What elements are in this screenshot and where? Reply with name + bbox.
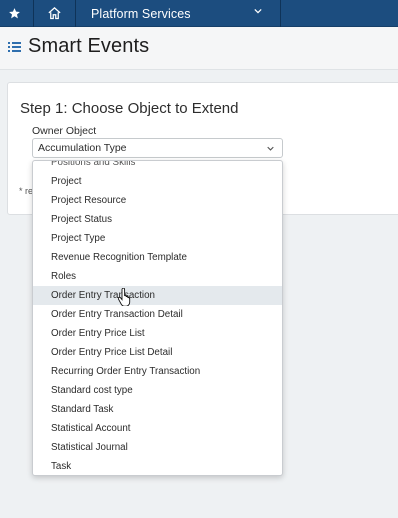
dropdown-option[interactable]: Standard cost type xyxy=(33,381,282,400)
list-icon xyxy=(8,42,21,52)
dropdown-option[interactable]: Revenue Recognition Template xyxy=(33,248,282,267)
dropdown-option[interactable]: Project xyxy=(33,172,282,191)
dropdown-option[interactable]: Project Type xyxy=(33,229,282,248)
dropdown-option-highlighted[interactable]: Order Entry Transaction xyxy=(33,286,282,305)
chevron-down-icon xyxy=(254,8,262,14)
dropdown-option[interactable]: Positions and Skills xyxy=(33,161,282,172)
step-heading: Step 1: Choose Object to Extend xyxy=(20,100,239,117)
dropdown-option[interactable]: Order Entry Price List xyxy=(33,324,282,343)
home-icon xyxy=(47,7,61,20)
dropdown-option[interactable]: Recurring Order Entry Transaction xyxy=(33,362,282,381)
chevron-down-icon xyxy=(267,146,274,151)
dropdown-option[interactable]: Statistical Account xyxy=(33,419,282,438)
dropdown-option[interactable]: Standard Task xyxy=(33,400,282,419)
nav-divider xyxy=(280,0,281,27)
hand-cursor-icon xyxy=(118,288,131,306)
dropdown-option[interactable]: Project Resource xyxy=(33,191,282,210)
dropdown-option[interactable]: Order Entry Price List Detail xyxy=(33,343,282,362)
owner-object-value: Accumulation Type xyxy=(38,142,127,154)
owner-object-select[interactable]: Accumulation Type xyxy=(32,138,283,158)
top-nav-bar: Platform Services xyxy=(0,0,398,27)
dropdown-option[interactable]: Roles xyxy=(33,267,282,286)
owner-object-label: Owner Object xyxy=(32,125,97,137)
page-header: Smart Events xyxy=(0,27,398,70)
favorites-button[interactable] xyxy=(0,0,28,27)
owner-object-dropdown[interactable]: Positions and Skills Project Project Res… xyxy=(32,160,283,476)
required-note: * re xyxy=(19,186,34,196)
platform-services-menu[interactable]: Platform Services xyxy=(75,0,280,27)
dropdown-option[interactable]: Project Status xyxy=(33,210,282,229)
star-icon xyxy=(8,8,20,19)
home-button[interactable] xyxy=(34,0,74,27)
page-title: Smart Events xyxy=(28,35,150,57)
dropdown-option[interactable]: Task xyxy=(33,457,282,475)
platform-services-label: Platform Services xyxy=(91,6,191,21)
dropdown-option[interactable]: Order Entry Transaction Detail xyxy=(33,305,282,324)
dropdown-option[interactable]: Statistical Journal xyxy=(33,438,282,457)
